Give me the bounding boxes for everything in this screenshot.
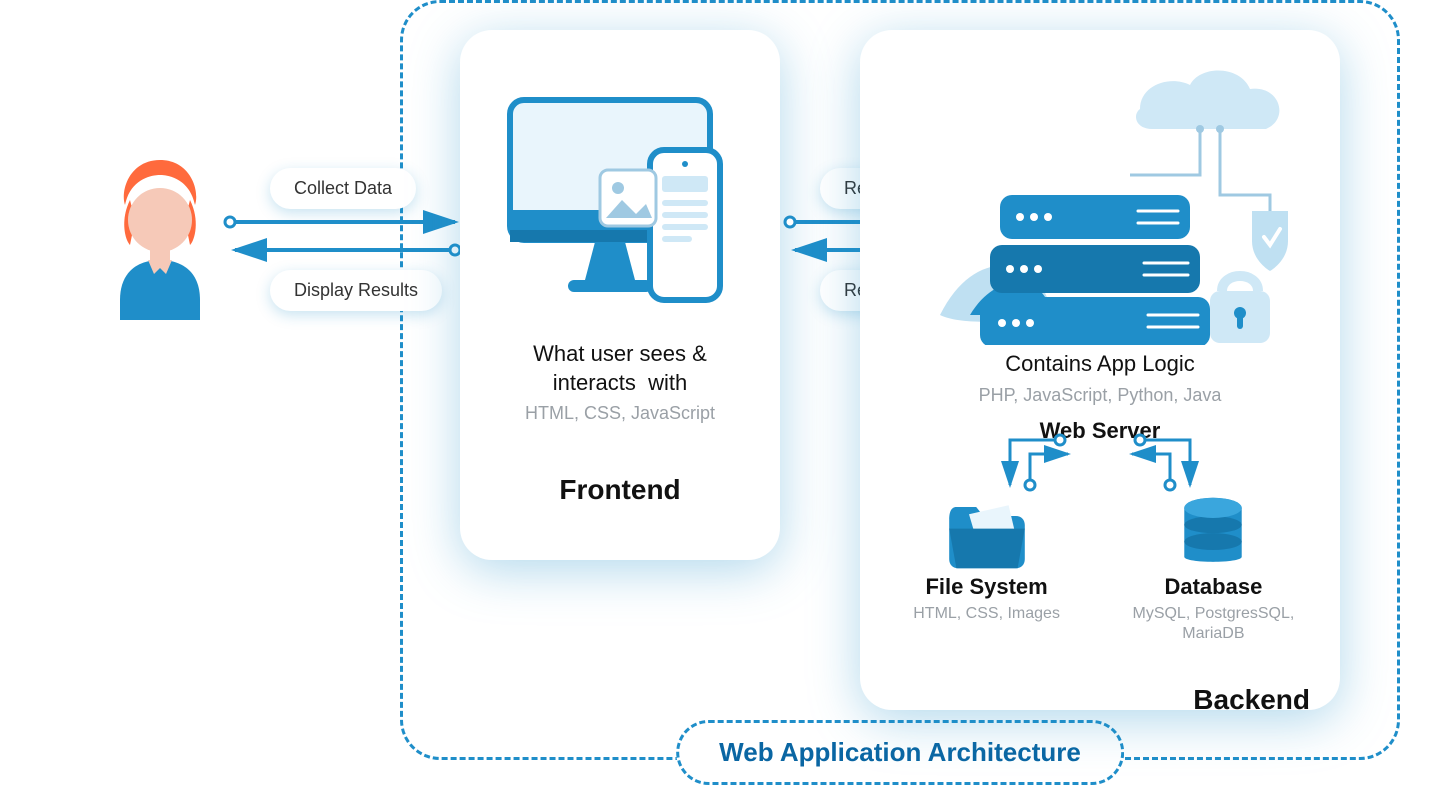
frontend-card: What user sees & interacts with HTML, CS…: [460, 30, 780, 560]
label-collect-data: Collect Data: [270, 168, 416, 209]
backend-app-logic-title: Contains App Logic: [890, 350, 1310, 379]
arrows-user-frontend: [230, 210, 460, 266]
frontend-heading: Frontend: [490, 474, 750, 506]
arrows-webserver-children: [900, 430, 1300, 500]
backend-heading: Backend: [1193, 684, 1310, 716]
file-system-title: File System: [890, 574, 1083, 600]
diagram-stage: Web Application Architecture Collect Dat…: [0, 0, 1440, 800]
frontend-desc-sub: HTML, CSS, JavaScript: [490, 403, 750, 424]
folder-icon: [890, 494, 1083, 574]
database-sub: MySQL, PostgresSQL, MariaDB: [1117, 604, 1310, 646]
database-icon: [1117, 494, 1310, 574]
monitor-phone-icon: [490, 60, 750, 340]
backend-card: Contains App Logic PHP, JavaScript, Pyth…: [860, 30, 1340, 710]
file-system-sub: HTML, CSS, Images: [890, 604, 1083, 625]
database-block: Database MySQL, PostgresSQL, MariaDB: [1117, 494, 1310, 646]
diagram-title: Web Application Architecture: [676, 720, 1124, 785]
backend-app-logic-sub: PHP, JavaScript, Python, Java: [890, 385, 1310, 406]
file-system-block: File System HTML, CSS, Images: [890, 494, 1083, 646]
label-display-results: Display Results: [270, 270, 442, 311]
user-icon: [100, 150, 220, 330]
database-title: Database: [1117, 574, 1310, 600]
server-cloud-icon: [890, 60, 1310, 350]
frontend-desc-title: What user sees & interacts with: [490, 340, 750, 397]
